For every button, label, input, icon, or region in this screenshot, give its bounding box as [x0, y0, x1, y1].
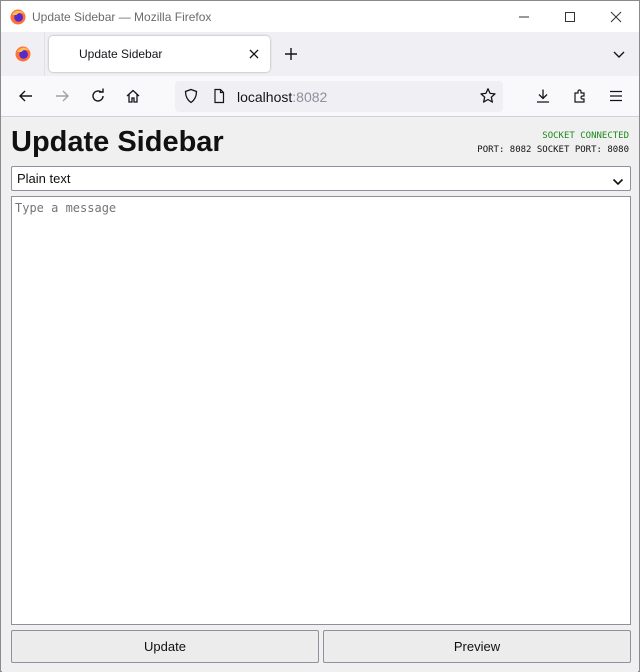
navigation-toolbar: localhost:8082	[1, 76, 639, 117]
url-host: localhost	[237, 89, 293, 105]
tab-update-sidebar[interactable]: Update Sidebar	[49, 36, 270, 72]
home-icon	[126, 89, 140, 103]
new-tab-button[interactable]	[279, 42, 303, 66]
firefox-view-button[interactable]	[1, 32, 45, 76]
page-content: Update Sidebar SOCKET CONNECTED PORT: 80…	[2, 118, 638, 672]
url-text[interactable]: localhost:8082	[237, 89, 327, 105]
bookmark-star-button[interactable]	[479, 87, 497, 110]
port-info-text: PORT: 8082 SOCKET PORT: 8080	[477, 145, 629, 155]
url-port: :8082	[292, 89, 328, 105]
chevron-down-icon	[613, 51, 625, 58]
forward-arrow-icon	[56, 90, 69, 102]
home-button[interactable]	[119, 82, 147, 110]
socket-status-text: SOCKET CONNECTED	[542, 131, 629, 141]
window-title: Update Sidebar — Mozilla Firefox	[32, 10, 212, 24]
title-bar: Update Sidebar — Mozilla Firefox	[1, 1, 639, 32]
downloads-button[interactable]	[529, 82, 557, 110]
extensions-button[interactable]	[566, 82, 594, 110]
update-button[interactable]: Update	[11, 630, 319, 663]
firefox-logo-icon	[10, 9, 26, 25]
page-title: Update Sidebar	[11, 126, 224, 158]
menu-icon	[610, 90, 622, 102]
app-menu-button[interactable]	[602, 82, 630, 110]
message-input[interactable]	[11, 196, 631, 625]
extensions-icon	[574, 89, 585, 103]
shield-icon[interactable]	[183, 88, 199, 109]
preview-button[interactable]: Preview	[323, 630, 631, 663]
maximize-button[interactable]	[547, 1, 593, 32]
minimize-icon	[519, 16, 529, 17]
format-select[interactable]: Plain text	[11, 166, 631, 191]
url-bar[interactable]: localhost:8082	[175, 81, 503, 112]
star-icon	[480, 88, 496, 103]
list-all-tabs-button[interactable]	[607, 42, 631, 66]
chevron-down-icon	[612, 174, 624, 192]
download-icon	[537, 89, 549, 103]
maximize-icon	[565, 11, 575, 22]
close-window-button[interactable]	[593, 1, 639, 32]
minimize-button[interactable]	[501, 1, 547, 32]
connection-status: SOCKET CONNECTED PORT: 8082 SOCKET PORT:…	[477, 129, 629, 157]
tab-close-icon	[249, 49, 259, 59]
back-button[interactable]	[12, 82, 40, 110]
tab-close-button[interactable]	[246, 46, 262, 62]
page-icon[interactable]	[211, 88, 227, 109]
reload-icon	[92, 88, 104, 102]
firefox-logo-icon	[15, 46, 30, 62]
reload-button[interactable]	[84, 82, 112, 110]
back-arrow-icon	[19, 90, 32, 102]
plus-icon	[285, 48, 297, 60]
close-icon	[610, 11, 622, 22]
format-select-value: Plain text	[17, 171, 71, 186]
forward-button[interactable]	[48, 82, 76, 110]
tab-label: Update Sidebar	[79, 47, 163, 61]
tab-strip: Update Sidebar	[1, 32, 639, 76]
browser-window: Update Sidebar — Mozilla Firefox Update …	[0, 0, 640, 672]
